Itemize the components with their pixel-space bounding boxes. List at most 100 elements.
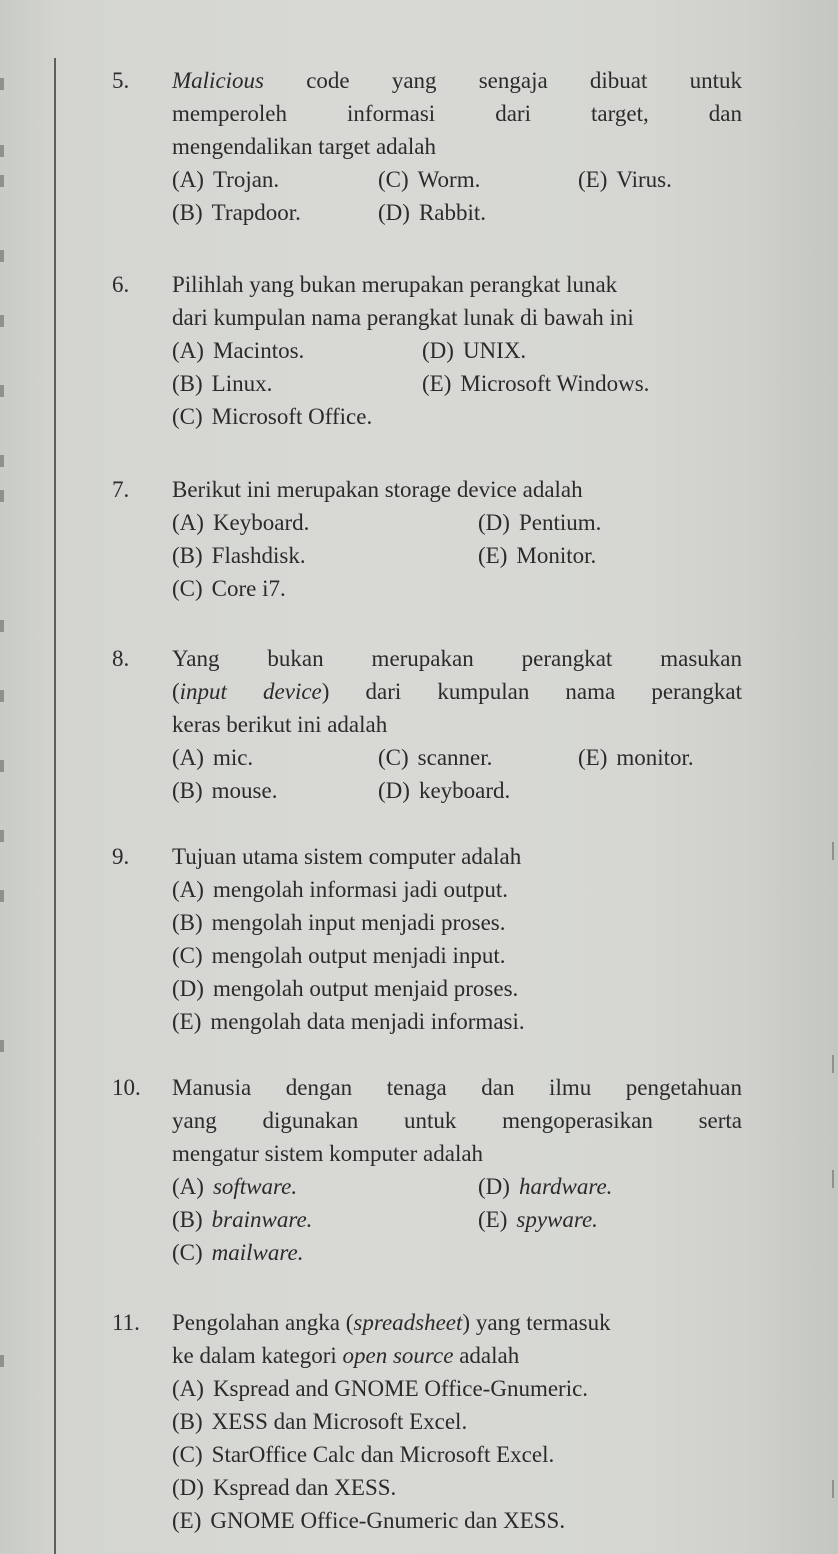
option-e[interactable]: (E) Microsoft Windows.: [422, 367, 649, 400]
option-c[interactable]: (C) mengolah output menjadi input.: [172, 939, 506, 972]
option-letter: (A): [172, 338, 204, 363]
question-number: 11.: [112, 1310, 140, 1335]
option-text: GNOME Office-Gnumeric dan XESS.: [210, 1508, 566, 1533]
option-letter: (E): [578, 745, 608, 770]
option-letter: (D): [172, 976, 204, 1001]
option-letter: (E): [578, 167, 608, 192]
option-letter: (B): [172, 543, 203, 568]
option-c[interactable]: (C) Microsoft Office.: [172, 400, 372, 433]
option-a[interactable]: (A) mengolah informasi jadi output.: [172, 873, 508, 906]
option-text: brainware.: [211, 1207, 313, 1232]
option-letter: (B): [172, 371, 203, 396]
option-text: mengolah output menjaid proses.: [212, 976, 519, 1001]
options: (A) Kspread and GNOME Office-Gnumeric. (B…: [172, 1372, 742, 1537]
option-c[interactable]: (C) mailware.: [172, 1236, 303, 1269]
option-letter: (C): [172, 576, 203, 601]
option-a[interactable]: (A) mic.: [172, 741, 378, 774]
option-text: mouse.: [211, 778, 278, 803]
stem-line: Yang bukan merupakan perangkat masukan: [172, 646, 742, 671]
option-d[interactable]: (D) mengolah output menjaid proses.: [172, 972, 518, 1005]
option-e[interactable]: (E) GNOME Office-Gnumeric dan XESS.: [172, 1504, 565, 1537]
question-7: 7. Berikut ini merupakan storage device …: [112, 473, 742, 605]
question-9: 9. Tujuan utama sistem computer adalah (…: [112, 840, 742, 1038]
option-text: mengolah informasi jadi output.: [212, 877, 509, 902]
question-number: 10.: [112, 1075, 141, 1100]
option-text: software.: [212, 1174, 298, 1199]
options: (A) software. (D) hardware. (B) brainware. …: [172, 1170, 742, 1269]
question-stem: Pilihlah yang bukan merupakan perangkat …: [172, 268, 742, 334]
option-letter: (A): [172, 745, 204, 770]
option-a[interactable]: (A) Keyboard.: [172, 506, 478, 539]
option-letter: (B): [172, 1409, 203, 1434]
option-text: mengolah data menjadi informasi.: [210, 1009, 525, 1034]
option-text: Virus.: [616, 167, 672, 192]
question-stem: Tujuan utama sistem computer adalah: [172, 840, 742, 873]
option-text: Rabbit.: [418, 200, 487, 225]
option-letter: (D): [478, 1174, 510, 1199]
options: (A) mengolah informasi jadi output. (B) me…: [172, 873, 742, 1038]
option-text: Kspread and GNOME Office-Gnumeric.: [212, 1376, 589, 1401]
option-b[interactable]: (B) Linux.: [172, 367, 422, 400]
option-a[interactable]: (A) Kspread and GNOME Office-Gnumeric.: [172, 1372, 588, 1405]
option-d[interactable]: (D) Kspread dan XESS.: [172, 1471, 396, 1504]
option-b[interactable]: (B) XESS dan Microsoft Excel.: [172, 1405, 467, 1438]
option-letter: (D): [478, 510, 510, 535]
question-number: 5.: [112, 68, 130, 93]
option-text: Macintos.: [212, 338, 305, 363]
option-c[interactable]: (C) StarOffice Calc dan Microsoft Excel.: [172, 1438, 554, 1471]
option-text: Microsoft Windows.: [460, 371, 650, 396]
option-e[interactable]: (E) Virus.: [578, 163, 672, 196]
option-text: XESS dan Microsoft Excel.: [211, 1409, 468, 1434]
options: (A) mic. (C) scanner. (E) monitor. (B) mouse…: [172, 741, 742, 807]
question-number: 9.: [112, 844, 130, 869]
option-text: Trapdoor.: [211, 200, 301, 225]
option-e[interactable]: (E) spyware.: [478, 1203, 598, 1236]
option-d[interactable]: (D) keyboard.: [378, 774, 510, 807]
question-stem: Pengolahan angka (spreadsheet) yang term…: [172, 1306, 742, 1372]
option-d[interactable]: (D) Rabbit.: [378, 196, 486, 229]
option-c[interactable]: (C) Core i7.: [172, 572, 286, 605]
option-e[interactable]: (E) Monitor.: [478, 539, 596, 572]
options: (A) Trojan. (C) Worm. (E) Virus. (B) Trapdoo…: [172, 163, 742, 229]
option-d[interactable]: (D) hardware.: [478, 1170, 612, 1203]
stem-line: mengatur sistem komputer adalah: [172, 1141, 484, 1166]
option-a[interactable]: (A) Macintos.: [172, 334, 422, 367]
option-d[interactable]: (D) Pentium.: [478, 506, 601, 539]
option-e[interactable]: (E) mengolah data menjadi informasi.: [172, 1005, 525, 1038]
stem-text: ke dalam kategori: [172, 1343, 343, 1368]
option-text: mengolah output menjadi input.: [211, 943, 506, 968]
stem-text: Pengolahan angka (: [172, 1310, 354, 1335]
option-letter: (B): [172, 910, 203, 935]
option-text: hardware.: [518, 1174, 613, 1199]
option-letter: (D): [172, 1475, 204, 1500]
option-c[interactable]: (C) Worm.: [378, 163, 578, 196]
option-a[interactable]: (A) Trojan.: [172, 163, 378, 196]
option-b[interactable]: (B) Flashdisk.: [172, 539, 478, 572]
stem-text-italic: Malicious: [172, 68, 264, 93]
option-b[interactable]: (B) Trapdoor.: [172, 196, 378, 229]
question-10: 10. Manusia dengan tenaga dan ilmu penge…: [112, 1071, 742, 1269]
option-letter: (A): [172, 510, 204, 535]
option-b[interactable]: (B) mouse.: [172, 774, 378, 807]
stem-text: adalah: [453, 1343, 520, 1368]
stem-line: (input device) dari kumpulan nama perang…: [172, 675, 742, 708]
option-text: scanner.: [417, 745, 493, 770]
option-text: mengolah input menjadi proses.: [211, 910, 506, 935]
column-rule: [54, 58, 56, 1554]
option-b[interactable]: (B) brainware.: [172, 1203, 478, 1236]
option-text: UNIX.: [462, 338, 527, 363]
option-letter: (A): [172, 877, 204, 902]
question-6: 6. Pilihlah yang bukan merupakan perangk…: [112, 268, 742, 433]
option-d[interactable]: (D) UNIX.: [422, 334, 526, 367]
option-letter: (A): [172, 167, 204, 192]
option-a[interactable]: (A) software.: [172, 1170, 478, 1203]
option-e[interactable]: (E) monitor.: [578, 741, 694, 774]
option-letter: (B): [172, 1207, 203, 1232]
options: (A) Macintos. (D) UNIX. (B) Linux. (E) Micro…: [172, 334, 742, 433]
option-b[interactable]: (B) mengolah input menjadi proses.: [172, 906, 506, 939]
option-c[interactable]: (C) scanner.: [378, 741, 578, 774]
option-text: Linux.: [211, 371, 273, 396]
option-text: StarOffice Calc dan Microsoft Excel.: [211, 1442, 555, 1467]
question-number: 7.: [112, 477, 130, 502]
stem-line: mengendalikan target adalah: [172, 134, 436, 159]
